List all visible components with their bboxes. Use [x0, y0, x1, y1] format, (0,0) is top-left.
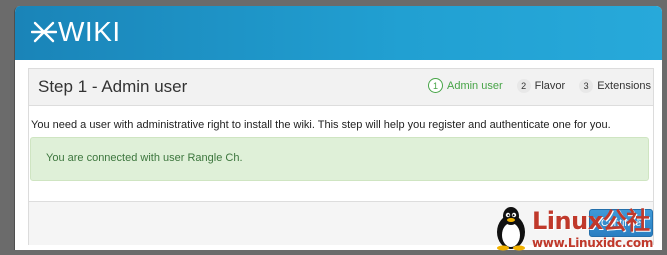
- step-flavor: 2 Flavor: [516, 78, 566, 93]
- xwiki-logo[interactable]: WIKI: [31, 17, 121, 47]
- step-number: 1: [427, 78, 443, 93]
- success-alert: You are connected with user Rangle Ch.: [30, 137, 649, 181]
- card-header: Step 1 - Admin user 1 Admin user 2 Flavo…: [29, 69, 653, 106]
- xwiki-logo-icon: [31, 21, 57, 43]
- alert-message: You are connected with user Rangle Ch.: [46, 152, 243, 164]
- step-label: Flavor: [534, 79, 566, 92]
- step-label: Extensions: [597, 79, 651, 92]
- watermark-url: www.Linuxidc.com: [532, 236, 654, 250]
- step-admin-user: 1 Admin user: [427, 78, 503, 93]
- step-label: Admin user: [446, 79, 503, 92]
- step-description: You need a user with administrative righ…: [31, 119, 611, 131]
- page-header: WIKI: [15, 6, 662, 60]
- watermark-brand: Linux公社: [532, 207, 650, 235]
- step-indicator: 1 Admin user 2 Flavor 3 Extensions: [414, 78, 651, 93]
- step-extensions: 3 Extensions: [579, 78, 651, 93]
- tux-penguin-icon: [497, 207, 525, 251]
- step-number: 3: [579, 78, 594, 93]
- site-watermark: Linux公社 www.Linuxidc.com: [492, 205, 667, 255]
- logo-text: WIKI: [58, 16, 121, 47]
- step-number: 2: [516, 78, 531, 93]
- step-title: Step 1 - Admin user: [38, 77, 188, 96]
